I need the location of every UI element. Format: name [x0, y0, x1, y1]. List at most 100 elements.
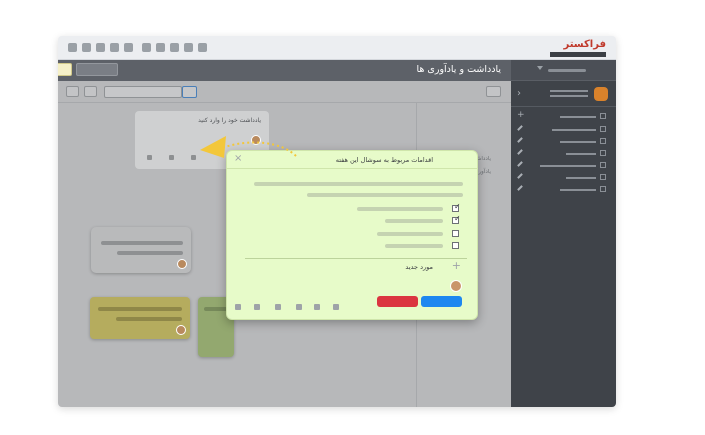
checkbox-checked[interactable]: ✓ — [452, 202, 461, 212]
avatar — [251, 135, 261, 145]
page-title: یادداشت و یادآوری ها — [416, 64, 502, 75]
align-icon[interactable] — [147, 155, 152, 160]
user-role-line — [550, 95, 588, 97]
note-card[interactable] — [91, 227, 191, 273]
note-line — [116, 317, 182, 321]
close-icon[interactable]: × — [234, 154, 242, 164]
checkbox-icon — [600, 138, 606, 144]
toolbar-icon-1[interactable] — [68, 43, 77, 52]
sidebar-item[interactable] — [511, 124, 616, 136]
plus-icon[interactable]: + — [452, 260, 461, 271]
menu-icon[interactable] — [486, 86, 501, 97]
checkbox-checked[interactable]: ✓ — [452, 214, 461, 224]
cancel-button[interactable] — [377, 296, 418, 307]
gear-icon[interactable] — [184, 43, 193, 52]
search-icon[interactable] — [182, 86, 197, 98]
pencil-icon — [517, 161, 523, 167]
pencil-icon — [517, 185, 523, 191]
chat-icon[interactable] — [124, 43, 133, 52]
download-icon[interactable] — [156, 43, 165, 52]
logo-subtitle-bar — [550, 52, 606, 57]
sidebar-item-label — [566, 153, 596, 155]
trash-icon[interactable] — [254, 304, 260, 310]
modal-text-line — [254, 182, 463, 186]
note-placeholder[interactable]: یادداشت خود را وارد کنید — [198, 117, 261, 124]
align-icon[interactable] — [235, 304, 241, 310]
search-input[interactable] — [104, 86, 182, 98]
toolbar-icon-2[interactable] — [82, 43, 91, 52]
checkbox-icon — [600, 126, 606, 132]
header-secondary-button[interactable] — [76, 63, 118, 76]
sidebar-item-label — [560, 189, 596, 191]
grid-icon — [600, 113, 606, 119]
sidebar-user[interactable]: › — [511, 81, 616, 107]
list-view-icon[interactable] — [66, 86, 79, 97]
sidebar-item[interactable] — [511, 136, 616, 148]
grid-view-icon[interactable] — [84, 86, 97, 97]
sidebar-item-label — [540, 165, 596, 167]
note-card-yellow[interactable] — [90, 297, 190, 339]
home-icon[interactable] — [198, 43, 207, 52]
avatar — [176, 325, 186, 335]
logo-text: فراکستر — [563, 39, 607, 50]
modal-title: اقدامات مربوط به سوشال این هفته — [335, 156, 433, 164]
sidebar: › + — [511, 60, 616, 407]
app-logo: فراکستر — [550, 39, 606, 57]
checkbox-unchecked[interactable] — [452, 230, 459, 237]
checkbox-unchecked[interactable] — [452, 242, 459, 249]
avatar — [177, 259, 187, 269]
check-icon: ✓ — [454, 202, 461, 211]
checklist-item-text — [385, 244, 443, 248]
sidebar-item-label — [560, 116, 596, 118]
pencil-icon — [517, 137, 523, 143]
chevron-down-icon — [537, 66, 543, 70]
mail-icon[interactable] — [142, 43, 151, 52]
palette-icon[interactable] — [296, 304, 302, 310]
phone-icon[interactable] — [170, 43, 179, 52]
avatar[interactable] — [594, 87, 608, 101]
new-item-label[interactable]: مورد جدید — [405, 263, 433, 271]
header-action-button[interactable] — [58, 63, 72, 76]
sidebar-dropdown-label — [548, 69, 586, 72]
sidebar-item[interactable] — [511, 160, 616, 172]
checklist-item-text — [377, 232, 443, 236]
check-icon: ✓ — [454, 214, 461, 223]
user-name-line — [550, 90, 588, 92]
checkbox-icon — [600, 162, 606, 168]
sidebar-item[interactable] — [511, 172, 616, 184]
image-icon[interactable] — [275, 304, 281, 310]
sidebar-item[interactable] — [511, 111, 616, 123]
avatar — [450, 280, 462, 292]
note-line — [101, 241, 183, 245]
checklist-item-text — [357, 207, 443, 211]
modal-divider — [245, 258, 467, 259]
page-header: یادداشت و یادآوری ها — [58, 60, 511, 81]
modal-text-line — [307, 193, 463, 197]
trash-icon[interactable] — [169, 155, 174, 160]
checkbox-icon — [600, 174, 606, 180]
pencil-icon — [517, 173, 523, 179]
chevron-right-icon[interactable]: › — [517, 88, 521, 99]
sidebar-dropdown[interactable] — [511, 60, 616, 81]
user-icon[interactable] — [96, 43, 105, 52]
delete-icon[interactable] — [191, 155, 196, 160]
pencil-icon — [517, 125, 523, 131]
note-modal: × اقدامات مربوط به سوشال این هفته ✓ ✓ مو… — [226, 150, 478, 320]
notes-toolbar — [58, 81, 511, 103]
top-toolbar: فراکستر — [58, 36, 616, 60]
checkbox-icon — [600, 150, 606, 156]
save-button[interactable] — [421, 296, 462, 307]
checklist-item-text — [385, 219, 443, 223]
sidebar-item[interactable] — [511, 184, 616, 196]
users-icon[interactable] — [314, 304, 320, 310]
pencil-icon — [517, 149, 523, 155]
sidebar-item-label — [566, 177, 596, 179]
link-icon[interactable] — [110, 43, 119, 52]
checkbox-icon — [600, 186, 606, 192]
sidebar-item-label — [560, 141, 596, 143]
sidebar-item[interactable] — [511, 148, 616, 160]
note-line — [117, 251, 183, 255]
modal-header: × اقدامات مربوط به سوشال این هفته — [227, 151, 477, 169]
bell-icon[interactable] — [333, 304, 339, 310]
sidebar-item-label — [552, 129, 596, 131]
